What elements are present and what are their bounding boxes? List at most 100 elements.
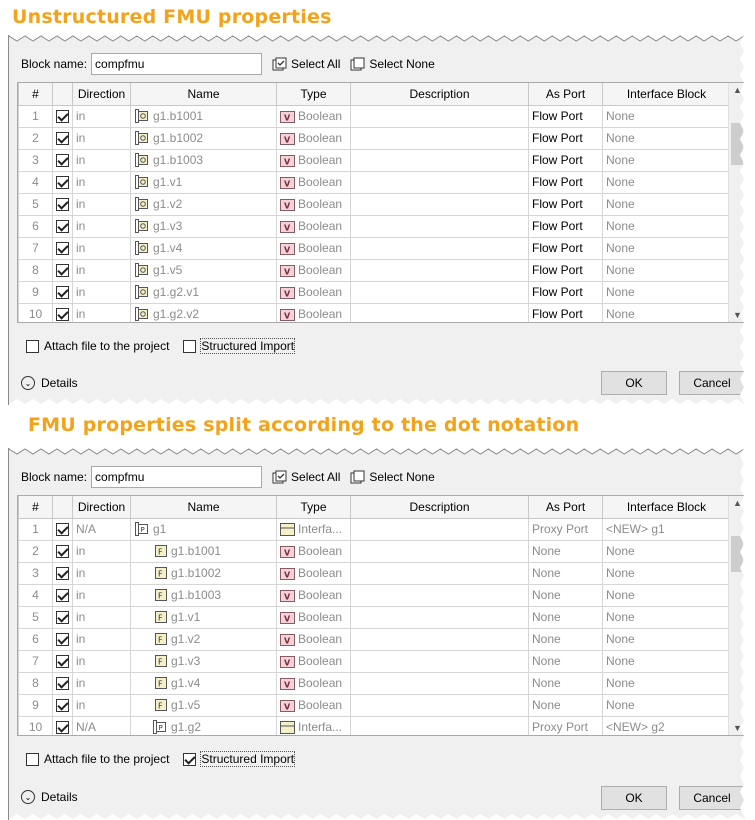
- name-cell[interactable]: g1.b1002: [130, 126, 277, 150]
- description-cell[interactable]: [350, 715, 529, 735]
- description-cell[interactable]: [350, 693, 529, 717]
- select-all-button[interactable]: Select All: [272, 57, 340, 72]
- description-cell[interactable]: [350, 649, 529, 673]
- type-cell[interactable]: V Boolean: [276, 539, 351, 563]
- type-cell[interactable]: V Boolean: [276, 583, 351, 607]
- attach-file-box[interactable]: [26, 339, 39, 353]
- as-port-cell[interactable]: Proxy Port: [528, 517, 603, 541]
- name-cell[interactable]: g1.g2.v2: [130, 302, 277, 322]
- type-cell[interactable]: V Boolean: [276, 280, 351, 304]
- as-port-cell[interactable]: Flow Port: [528, 126, 603, 150]
- description-cell[interactable]: [350, 627, 529, 651]
- interface-block-cell[interactable]: None: [602, 539, 731, 563]
- name-cell[interactable]: Fg1.b1003: [130, 583, 277, 607]
- type-cell[interactable]: V Boolean: [276, 214, 351, 238]
- name-cell[interactable]: Fg1.b1001: [130, 539, 277, 563]
- name-cell[interactable]: g1.v1: [130, 170, 277, 194]
- interface-block-cell[interactable]: None: [602, 126, 731, 150]
- ok-button[interactable]: OK: [601, 786, 667, 810]
- details-toggle[interactable]: ⌄ Details: [21, 376, 78, 390]
- table-row[interactable]: 5 in g1.v2 V Boolean Flow Port None: [18, 192, 731, 216]
- col-direction-header[interactable]: Direction: [72, 496, 131, 519]
- description-cell[interactable]: [350, 517, 529, 541]
- interface-block-cell[interactable]: None: [602, 148, 731, 172]
- type-cell[interactable]: V Boolean: [276, 104, 351, 128]
- row-select-cell[interactable]: [52, 148, 73, 172]
- type-cell[interactable]: V Boolean: [276, 148, 351, 172]
- description-cell[interactable]: [350, 170, 529, 194]
- description-cell[interactable]: [350, 236, 529, 260]
- direction-cell[interactable]: in: [72, 627, 131, 651]
- interface-block-cell[interactable]: <NEW> g2: [602, 715, 731, 735]
- row-checkbox[interactable]: [56, 545, 69, 559]
- name-cell[interactable]: g1.v4: [130, 236, 277, 260]
- select-none-button[interactable]: Select None: [350, 57, 435, 72]
- direction-cell[interactable]: in: [72, 539, 131, 563]
- row-select-cell[interactable]: [52, 236, 73, 260]
- name-cell[interactable]: g1.g2.v1: [130, 280, 277, 304]
- table-row[interactable]: 8 in g1.v5 V Boolean Flow Port None: [18, 258, 731, 282]
- row-checkbox[interactable]: [56, 677, 69, 691]
- name-cell[interactable]: Pg1: [130, 517, 277, 541]
- direction-cell[interactable]: in: [72, 280, 131, 304]
- block-name-input[interactable]: [91, 53, 263, 75]
- row-checkbox[interactable]: [56, 286, 69, 300]
- type-cell[interactable]: V Boolean: [276, 302, 351, 322]
- row-checkbox[interactable]: [56, 154, 69, 168]
- type-cell[interactable]: V Boolean: [276, 671, 351, 695]
- direction-cell[interactable]: N/A: [72, 517, 131, 541]
- description-cell[interactable]: [350, 302, 529, 322]
- as-port-cell[interactable]: Proxy Port: [528, 715, 603, 735]
- row-select-cell[interactable]: [52, 302, 73, 322]
- name-cell[interactable]: Fg1.v3: [130, 649, 277, 673]
- col-select-header[interactable]: [52, 496, 73, 519]
- row-checkbox[interactable]: [56, 110, 69, 124]
- description-cell[interactable]: [350, 605, 529, 629]
- name-cell[interactable]: Pg1.g2: [130, 715, 277, 735]
- description-cell[interactable]: [350, 214, 529, 238]
- col-type-header[interactable]: Type: [276, 496, 351, 519]
- row-select-cell[interactable]: [52, 192, 73, 216]
- row-select-cell[interactable]: [52, 539, 73, 563]
- col-interface-block-header[interactable]: Interface Block: [602, 83, 731, 106]
- name-cell[interactable]: Fg1.v4: [130, 671, 277, 695]
- row-checkbox[interactable]: [56, 523, 69, 537]
- row-checkbox[interactable]: [56, 132, 69, 146]
- as-port-cell[interactable]: None: [528, 539, 603, 563]
- col-number-header[interactable]: #: [18, 83, 53, 106]
- col-as-port-header[interactable]: As Port: [528, 83, 603, 106]
- table-row[interactable]: 9 in Fg1.v5 V Boolean None None: [18, 693, 731, 717]
- as-port-cell[interactable]: Flow Port: [528, 280, 603, 304]
- table-row[interactable]: 8 in Fg1.v4 V Boolean None None: [18, 671, 731, 695]
- name-cell[interactable]: g1.b1003: [130, 148, 277, 172]
- row-select-cell[interactable]: [52, 258, 73, 282]
- as-port-cell[interactable]: Flow Port: [528, 302, 603, 322]
- col-number-header[interactable]: #: [18, 496, 53, 519]
- row-checkbox[interactable]: [56, 242, 69, 256]
- description-cell[interactable]: [350, 192, 529, 216]
- table-row[interactable]: 3 in Fg1.b1002 V Boolean None None: [18, 561, 731, 585]
- description-cell[interactable]: [350, 280, 529, 304]
- interface-block-cell[interactable]: None: [602, 258, 731, 282]
- type-cell[interactable]: V Boolean: [276, 693, 351, 717]
- direction-cell[interactable]: in: [72, 192, 131, 216]
- name-cell[interactable]: g1.v2: [130, 192, 277, 216]
- direction-cell[interactable]: in: [72, 693, 131, 717]
- row-checkbox[interactable]: [56, 721, 69, 735]
- row-checkbox[interactable]: [56, 308, 69, 322]
- row-select-cell[interactable]: [52, 627, 73, 651]
- direction-cell[interactable]: in: [72, 605, 131, 629]
- col-type-header[interactable]: Type: [276, 83, 351, 106]
- interface-block-cell[interactable]: None: [602, 236, 731, 260]
- col-select-header[interactable]: [52, 83, 73, 106]
- direction-cell[interactable]: in: [72, 583, 131, 607]
- type-cell[interactable]: Interfa...: [276, 715, 351, 735]
- type-cell[interactable]: V Boolean: [276, 192, 351, 216]
- as-port-cell[interactable]: None: [528, 671, 603, 695]
- row-checkbox[interactable]: [56, 567, 69, 581]
- interface-block-cell[interactable]: None: [602, 561, 731, 585]
- interface-block-cell[interactable]: None: [602, 214, 731, 238]
- interface-block-cell[interactable]: <NEW> g1: [602, 517, 731, 541]
- row-select-cell[interactable]: [52, 104, 73, 128]
- interface-block-cell[interactable]: None: [602, 170, 731, 194]
